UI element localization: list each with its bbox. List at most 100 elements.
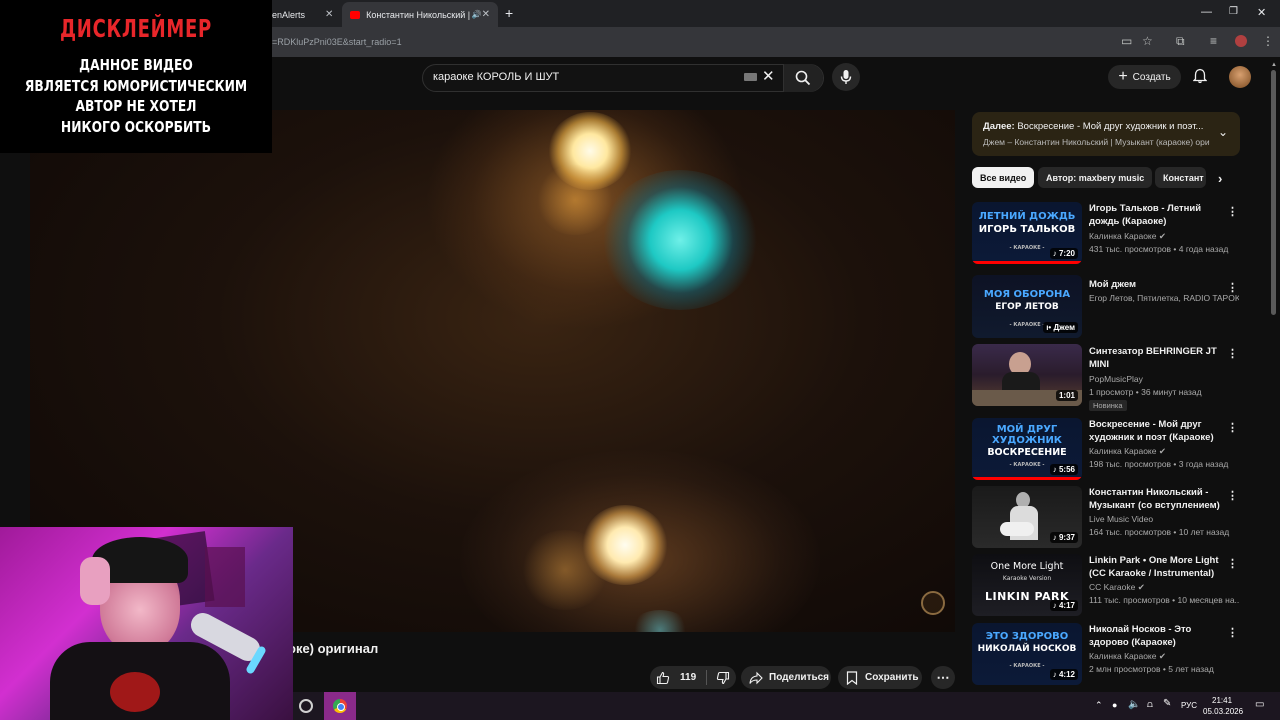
notification-icon[interactable]: ▭	[1255, 699, 1264, 710]
close-icon[interactable]: ✕	[762, 67, 775, 85]
bell-icon[interactable]	[1193, 68, 1207, 84]
pen-icon[interactable]: ✎	[1163, 698, 1171, 709]
clock-date[interactable]: 05.03.2026	[1203, 707, 1243, 716]
sidebar-video-item[interactable]: МОЙ ДРУГ ХУДОЖНИК ВОСКРЕСЕНИЕ - КАРАОКЕ …	[972, 418, 1240, 482]
volume-icon[interactable]: 🔈	[1128, 699, 1140, 710]
video-thumbnail[interactable]: ЛЕТНИЙ ДОЖДЬ ИГОРЬ ТАЛЬКОВ - КАРАОКЕ - ♪…	[972, 202, 1082, 264]
video-item-title[interactable]: Синтезатор BEHRINGER JT MINI	[1089, 345, 1224, 371]
search-input[interactable]	[433, 71, 733, 83]
video-item-channel[interactable]: CC Karaoke ✔	[1089, 582, 1239, 593]
sidebar-video-item[interactable]: ЭТО ЗДОРОВО НИКОЛАЙ НОСКОВ - КАРАОКЕ - ♪…	[972, 623, 1240, 687]
video-item-channel[interactable]: Live Music Video	[1089, 514, 1239, 524]
close-tab-icon[interactable]: ✕	[482, 9, 490, 20]
video-item-channel[interactable]: Калинка Караоке ✔	[1089, 231, 1239, 242]
more-vert-icon[interactable]: ⋮	[1227, 421, 1238, 434]
sidebar-video-item[interactable]: 1:01 Синтезатор BEHRINGER JT MINI PopMus…	[972, 341, 1240, 411]
duration-badge: ı• Джем	[1043, 322, 1078, 333]
more-vert-icon[interactable]: ⋮	[1227, 205, 1238, 218]
chip-konstantin[interactable]: Констант	[1155, 167, 1206, 188]
video-item-title[interactable]: Константин Никольский - Музыкант (со вст…	[1089, 486, 1224, 512]
microphone-tray-icon[interactable]: ●	[1112, 700, 1117, 710]
video-thumbnail[interactable]: ♪ 9:37	[972, 486, 1082, 548]
up-next-panel[interactable]: Далее: Воскресение - Мой друг художник и…	[972, 112, 1240, 156]
save-button[interactable]: Сохранить	[838, 666, 922, 689]
close-window-icon[interactable]: ✕	[1257, 6, 1266, 19]
chrome-app-icon[interactable]	[324, 692, 356, 720]
duration-badge: ♪ 7:20	[1049, 248, 1078, 259]
guitar-shape	[1000, 522, 1034, 536]
video-item-channel[interactable]: Егор Летов, Пятилетка, RADIO TAPOK ...	[1089, 293, 1239, 303]
url-text[interactable]: =RDKluPzPni03E&start_radio=1	[272, 37, 402, 47]
sidebar-video-item[interactable]: One More Light Karaoke Version LINKIN PA…	[972, 554, 1240, 618]
video-item-title[interactable]: Николай Носков - Это здорово (Караоке)	[1089, 623, 1224, 649]
sidebar-video-item[interactable]: ♪ 9:37 Константин Никольский - Музыкант …	[972, 486, 1240, 550]
video-item-title[interactable]: Воскресение - Мой друг художник и поэт (…	[1089, 418, 1224, 444]
video-thumbnail[interactable]: МОЯ ОБОРОНА ЕГОР ЛЕТОВ - КАРАОКЕ - ı• Дж…	[972, 275, 1082, 338]
duration-badge: ♪ 9:37	[1049, 532, 1078, 543]
more-vert-icon[interactable]: ⋮	[1227, 347, 1238, 360]
media-icon[interactable]: ≡	[1210, 34, 1217, 48]
duration-badge: ♪ 5:56	[1049, 464, 1078, 475]
video-thumbnail[interactable]: МОЙ ДРУГ ХУДОЖНИК ВОСКРЕСЕНИЕ - КАРАОКЕ …	[972, 418, 1082, 480]
cast-icon[interactable]: ▭	[1121, 34, 1132, 48]
bookmark-star-icon[interactable]: ☆	[1142, 34, 1153, 48]
voice-search-button[interactable]	[832, 63, 860, 91]
disclaimer-line: ЯВЛЯЕТСЯ ЮМОРИСТИЧЕСКИМ	[24, 77, 248, 95]
scrollbar[interactable]: ▲	[1271, 62, 1278, 692]
new-badge: Новинка	[1089, 400, 1127, 411]
more-vert-icon[interactable]: ⋮	[1227, 281, 1238, 294]
video-thumbnail[interactable]: 1:01	[972, 344, 1082, 406]
video-thumbnail[interactable]: One More Light Karaoke Version LINKIN PA…	[972, 554, 1082, 616]
chevron-down-icon[interactable]: ⌄	[1218, 125, 1228, 139]
more-vert-icon[interactable]: ⋮	[1227, 489, 1238, 502]
disclaimer-overlay: ДИСКЛЕЙМЕР ДАННОЕ ВИДЕО ЯВЛЯЕТСЯ ЮМОРИСТ…	[0, 0, 272, 153]
browser-menu-icon[interactable]: ⋮	[1262, 34, 1274, 48]
verified-icon: ✔	[1158, 651, 1166, 661]
like-icon[interactable]	[656, 671, 670, 685]
music-note-icon: ♪	[1052, 533, 1057, 542]
sidebar-video-item[interactable]: ЛЕТНИЙ ДОЖДЬ ИГОРЬ ТАЛЬКОВ - КАРАОКЕ - ♪…	[972, 202, 1240, 266]
new-tab-button[interactable]: +	[505, 5, 513, 21]
video-item-title[interactable]: Игорь Тальков - Летний дождь (Караоке)	[1089, 202, 1224, 228]
browser-tab-alerts[interactable]: enAlerts ✕	[272, 2, 338, 27]
avatar[interactable]	[1229, 66, 1251, 88]
more-vert-icon[interactable]: ⋮	[1227, 557, 1238, 570]
video-thumbnail[interactable]: ЭТО ЗДОРОВО НИКОЛАЙ НОСКОВ - КАРАОКЕ - ♪…	[972, 623, 1082, 685]
clock-time[interactable]: 21:41	[1212, 696, 1232, 705]
language-indicator[interactable]: РУС	[1181, 701, 1197, 710]
more-vert-icon[interactable]: ⋮	[1227, 626, 1238, 639]
video-item-channel[interactable]: PopMusicPlay	[1089, 374, 1239, 384]
browser-tab-youtube[interactable]: Константин Никольский | 🔊 ✕	[342, 2, 498, 27]
more-icon[interactable]: ⋯	[931, 666, 955, 689]
scroll-up-icon[interactable]: ▲	[1271, 62, 1278, 68]
watch-progress-bar	[972, 261, 1082, 264]
taskbar-app-icon[interactable]	[299, 699, 313, 713]
wall-poster	[205, 547, 245, 607]
disclaimer-title: ДИСКЛЕЙМЕР	[60, 14, 212, 43]
extensions-icon[interactable]: ⧉	[1176, 34, 1185, 49]
network-icon[interactable]: ⩍	[1147, 699, 1153, 710]
sidebar-mix-item[interactable]: МОЯ ОБОРОНА ЕГОР ЛЕТОВ - КАРАОКЕ - ı• Дж…	[972, 272, 1240, 338]
video-item-channel[interactable]: Калинка Караоке ✔	[1089, 446, 1239, 457]
video-item-title[interactable]: Linkin Park • One More Light (CC Karaoke…	[1089, 554, 1224, 580]
channel-watermark-icon[interactable]	[921, 591, 945, 615]
minimize-icon[interactable]: —	[1201, 6, 1212, 18]
mic-icon	[840, 70, 852, 84]
dislike-icon[interactable]	[716, 671, 730, 685]
close-tab-icon[interactable]: ✕	[325, 9, 333, 20]
scrollbar-thumb[interactable]	[1271, 70, 1276, 315]
maximize-icon[interactable]: ❐	[1229, 6, 1238, 17]
profile-icon[interactable]	[1235, 35, 1247, 47]
keyboard-icon[interactable]	[744, 73, 757, 81]
tray-chevron-up-icon[interactable]: ⌃	[1095, 700, 1103, 711]
chip-all-videos[interactable]: Все видео	[972, 167, 1035, 188]
chip-author[interactable]: Автор: maxbery music	[1038, 167, 1153, 188]
share-button[interactable]: Поделиться	[741, 666, 831, 689]
video-item-channel[interactable]: Калинка Караоке ✔	[1089, 651, 1239, 662]
create-button[interactable]: + Создать	[1108, 65, 1181, 89]
chevron-right-icon[interactable]: ›	[1218, 171, 1222, 186]
save-icon	[846, 670, 858, 685]
search-button[interactable]	[783, 64, 823, 92]
video-item-title[interactable]: Мой джем	[1089, 278, 1224, 291]
music-note-icon: ♪	[1052, 249, 1057, 258]
